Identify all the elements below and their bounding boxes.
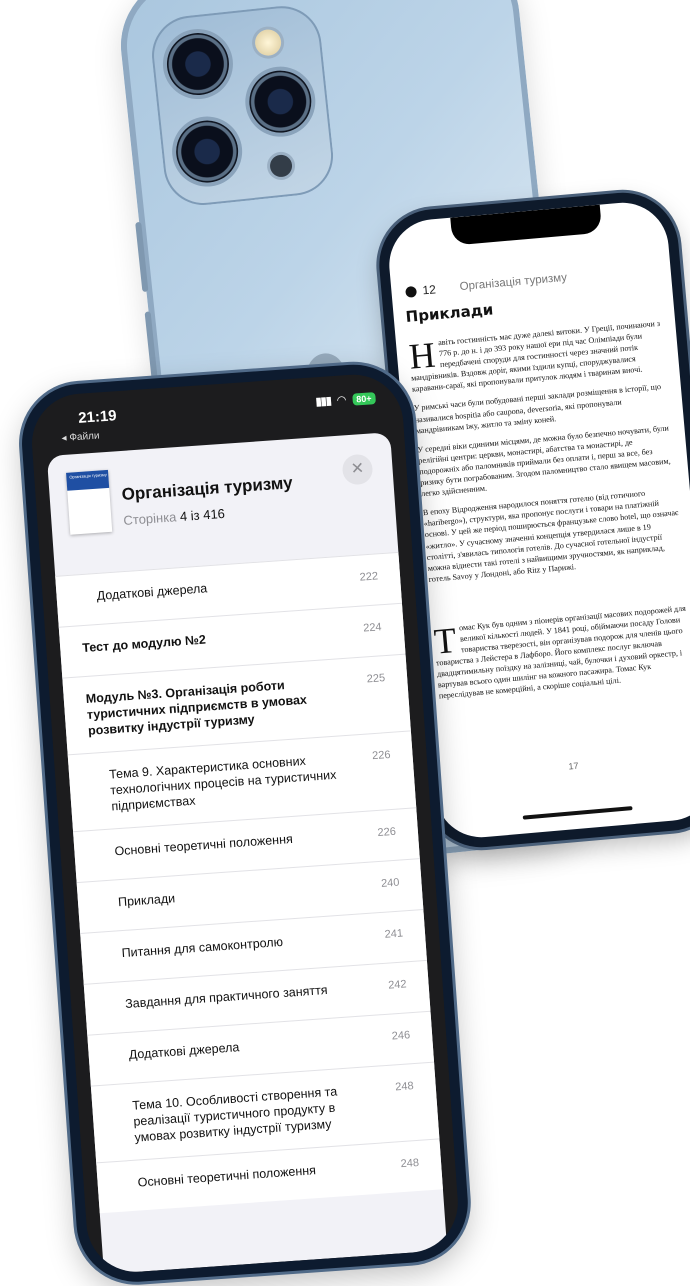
book-cover: Організація туризму xyxy=(66,469,113,535)
toc-item-label: Основні теоретичні положення xyxy=(114,831,294,859)
page-label: Сторінка xyxy=(122,509,177,528)
toc-item-page: 246 xyxy=(391,1029,411,1043)
close-button[interactable]: ✕ xyxy=(341,453,374,486)
toc-item-page: 248 xyxy=(394,1080,415,1094)
section-title: Приклади xyxy=(404,300,494,326)
battery-badge: 80+ xyxy=(351,391,376,406)
camera-lens-icon xyxy=(173,117,242,186)
signal-icon: ▮▮▮ xyxy=(315,395,332,409)
paragraph-text: У середні віки єдиними місцями, де можна… xyxy=(416,423,671,499)
toc-item-page: 248 xyxy=(400,1156,420,1171)
camera-lens-icon xyxy=(246,67,315,136)
toc-screen: 21:19 ◂ Файли ▮▮▮ ◠ 80+ Організація тури… xyxy=(28,371,462,1276)
back-to-files-link[interactable]: ◂ Файли xyxy=(61,430,100,444)
reader-header: 12 Організація туризму xyxy=(405,260,662,302)
reader-body: Навіть гостинність має дуже далекі виток… xyxy=(407,318,690,710)
toc-item-page: 241 xyxy=(384,927,404,941)
side-button xyxy=(144,311,158,382)
toc-item-label: Приклади xyxy=(117,891,176,910)
close-icon: ✕ xyxy=(350,460,365,478)
toc-phone: 21:19 ◂ Файли ▮▮▮ ◠ 80+ Організація тури… xyxy=(18,360,472,1286)
wifi-icon: ◠ xyxy=(336,394,347,407)
home-indicator[interactable] xyxy=(522,806,633,820)
contents-sheet: Організація туризму Організація туризму … xyxy=(46,432,448,1275)
toc-item-label: Завдання для практичного заняття xyxy=(124,982,328,1012)
side-button xyxy=(135,221,149,293)
cover-title: Організація туризму xyxy=(69,472,107,480)
toc-item-page: 224 xyxy=(362,621,382,635)
notch xyxy=(450,204,603,246)
status-icons: ▮▮▮ ◠ 80+ xyxy=(315,391,376,408)
page-indicator: Сторінка 4 із 416 xyxy=(123,506,225,528)
toc-list: Додаткові джерела 222 Тест до модулю №2 224… xyxy=(55,551,443,1214)
paragraph-text: авіть гостинність має дуже далекі витоки… xyxy=(410,318,661,395)
page-number: 17 xyxy=(568,760,579,772)
status-time: 21:19 xyxy=(77,407,118,427)
toc-item-page: 225 xyxy=(366,672,386,686)
paragraph-text: В епоху Відродження народилося поняття г… xyxy=(422,489,679,584)
toc-item-label: Тема 9. Характеристика основних технолог… xyxy=(108,753,337,814)
reader-book-title: Організація туризму xyxy=(459,271,568,294)
toc-item-label: Модуль №3. Організація роботи туристични… xyxy=(85,678,308,738)
toc-item-page: 240 xyxy=(380,876,400,890)
timer-icon xyxy=(405,285,417,298)
dropcap: Н xyxy=(407,334,437,377)
toc-item-page: 242 xyxy=(387,978,407,992)
toc-item-label: Тема 10. Особливості створення та реаліз… xyxy=(131,1084,338,1145)
toc-item-page: 226 xyxy=(371,748,391,763)
toc-item-label: Основні теоретичні положення xyxy=(137,1163,317,1190)
lidar-icon xyxy=(268,153,294,179)
toc-item-label: Додаткові джерела xyxy=(128,1040,240,1062)
toc-item-label: Додаткові джерела xyxy=(96,581,208,603)
flash-icon xyxy=(253,28,283,57)
toc-item-label: Тест до модулю №2 xyxy=(81,632,207,656)
dropcap: Т xyxy=(432,619,458,662)
camera-bump xyxy=(148,2,338,209)
page-value: 4 із 416 xyxy=(179,505,226,524)
camera-lens-icon xyxy=(163,29,233,99)
book-title: Організація туризму xyxy=(121,473,294,505)
paragraph: В епоху Відродження народилося поняття г… xyxy=(422,485,684,585)
toc-item-page: 226 xyxy=(377,825,397,839)
reading-timer: 12 xyxy=(421,282,437,298)
toc-item-label: Питання для самоконтролю xyxy=(121,934,284,961)
toc-item-page: 222 xyxy=(359,570,379,584)
